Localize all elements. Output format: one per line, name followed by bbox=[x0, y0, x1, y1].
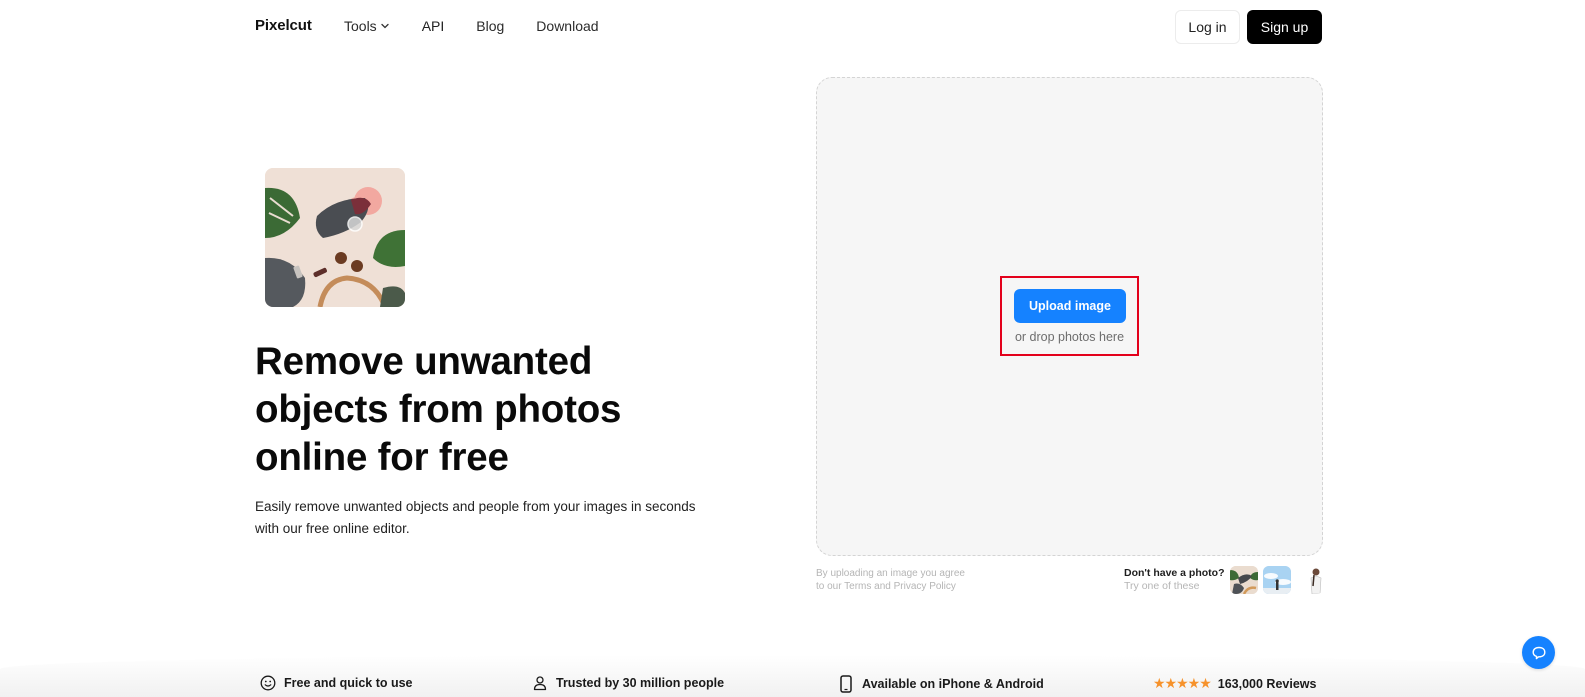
nav-tools[interactable]: Tools bbox=[344, 18, 390, 34]
chevron-down-icon bbox=[381, 23, 389, 29]
feature-platforms: Available on iPhone & Android bbox=[838, 675, 1044, 693]
hero-title: Remove unwanted objects from photos onli… bbox=[255, 340, 622, 479]
drop-photos-hint: or drop photos here bbox=[1014, 330, 1125, 344]
brand-logo[interactable]: Pixelcut bbox=[255, 17, 312, 34]
samples-title: Don't have a photo? bbox=[1124, 567, 1225, 579]
feature-free-label: Free and quick to use bbox=[284, 676, 413, 690]
login-button[interactable]: Log in bbox=[1175, 10, 1240, 44]
woman-thumbnail-icon bbox=[1305, 566, 1323, 594]
phone-icon bbox=[840, 675, 852, 693]
feature-reviews: ★★★★★ 163,000 Reviews bbox=[1153, 675, 1316, 692]
chat-icon bbox=[1532, 646, 1545, 659]
chat-support-button[interactable] bbox=[1522, 636, 1555, 669]
sample-photos-prompt: Don't have a photo? Try one of these bbox=[1124, 567, 1225, 593]
feature-reviews-label: 163,000 Reviews bbox=[1217, 676, 1317, 691]
samples-subtitle: Try one of these bbox=[1124, 580, 1200, 592]
signup-button[interactable]: Sign up bbox=[1247, 10, 1322, 44]
terms-line-2[interactable]: to our Terms and Privacy Policy bbox=[816, 580, 965, 593]
feature-trusted-label: Trusted by 30 million people bbox=[556, 676, 725, 690]
nav-tools-label: Tools bbox=[344, 18, 377, 34]
hero-subtitle: Easily remove unwanted objects and peopl… bbox=[255, 499, 696, 536]
sample-photo-flatlay[interactable] bbox=[1230, 566, 1258, 594]
terms-line-1: By uploading an image you agree bbox=[816, 568, 965, 579]
product-flatlay-icon bbox=[265, 168, 405, 307]
nav-blog[interactable]: Blog bbox=[476, 18, 504, 34]
nav-api[interactable]: API bbox=[422, 18, 445, 34]
top-navigation: Pixelcut Tools API Blog Download Log in … bbox=[0, 0, 1585, 54]
feature-free: Free and quick to use bbox=[260, 675, 413, 691]
user-icon bbox=[533, 676, 547, 691]
nav-download[interactable]: Download bbox=[536, 18, 598, 34]
rating-stars-icon: ★★★★★ bbox=[1153, 675, 1212, 691]
smiley-icon bbox=[260, 675, 276, 691]
hero-thumbnail-image bbox=[265, 168, 405, 307]
features-bar bbox=[0, 655, 1585, 697]
sky-person-thumbnail-icon bbox=[1263, 566, 1291, 594]
sample-photo-sky[interactable] bbox=[1263, 566, 1291, 594]
feature-platforms-label: Available on iPhone & Android bbox=[862, 677, 1044, 691]
upload-image-button[interactable]: Upload image bbox=[1014, 289, 1126, 323]
upload-terms: By uploading an image you agree to our T… bbox=[816, 567, 965, 593]
flatlay-thumbnail-icon bbox=[1230, 566, 1258, 594]
sample-photo-woman[interactable] bbox=[1305, 566, 1323, 594]
feature-trusted: Trusted by 30 million people bbox=[532, 675, 724, 691]
nav-links: Tools API Blog Download bbox=[344, 18, 631, 34]
